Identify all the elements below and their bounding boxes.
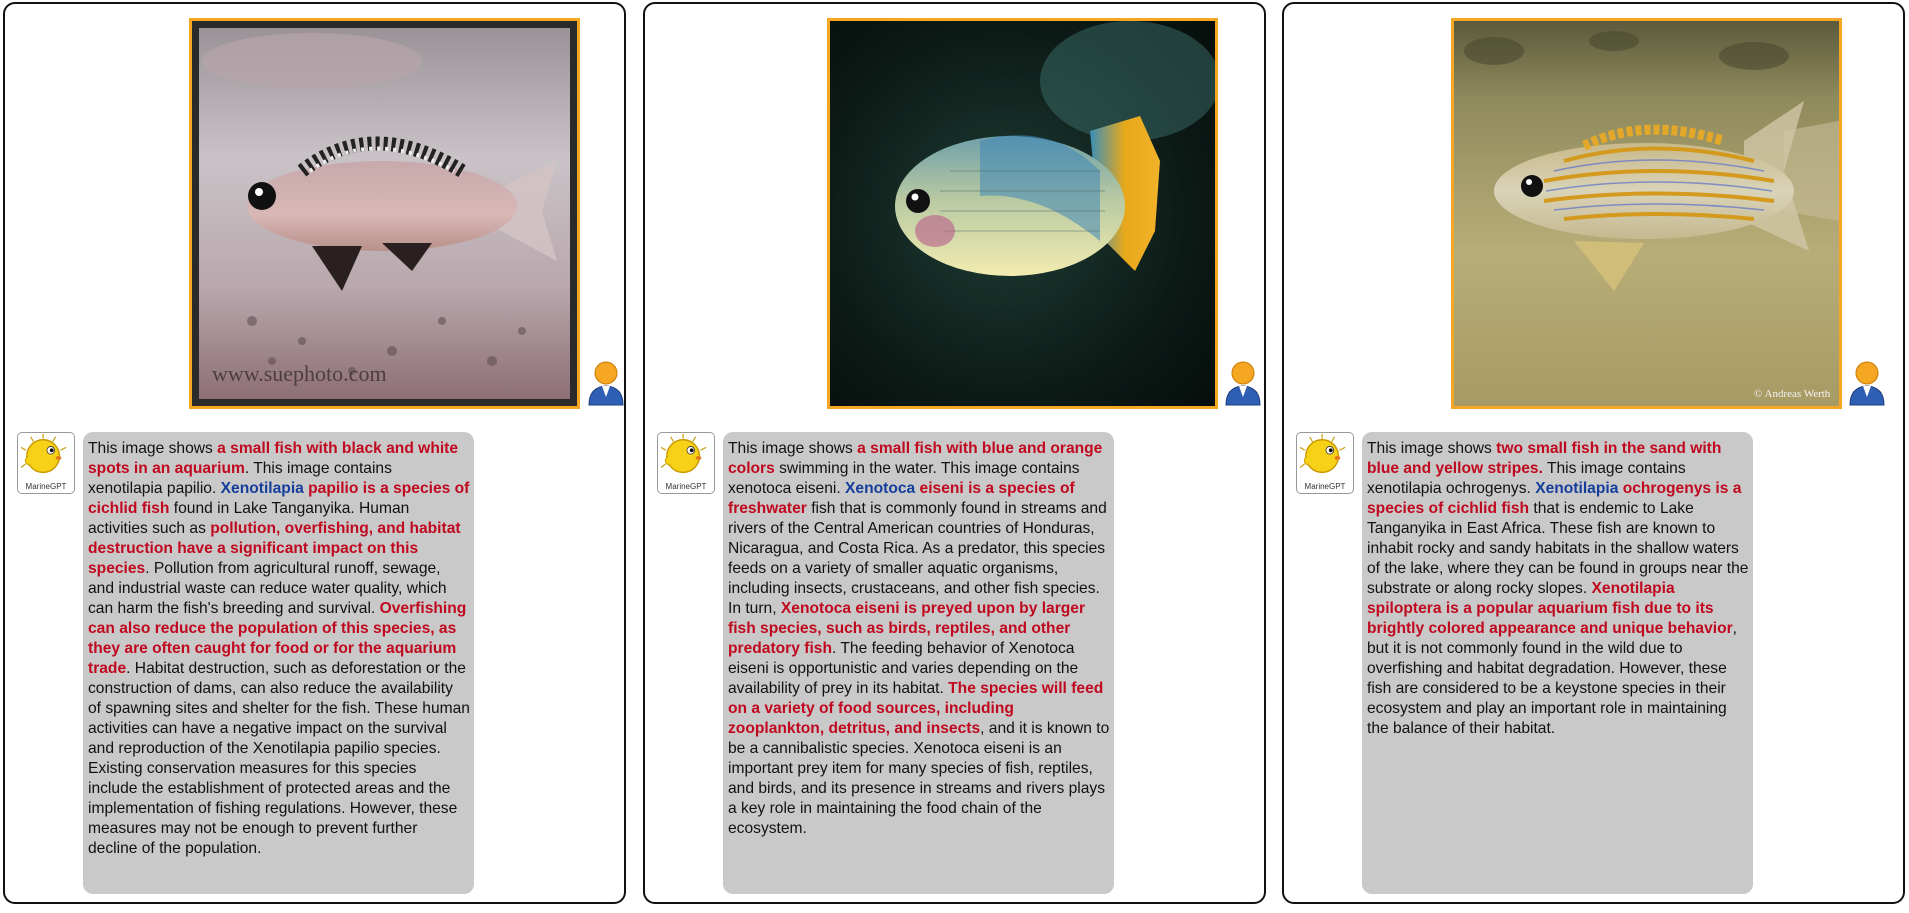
bot-name-label: MarineGPT bbox=[665, 482, 707, 491]
response-text: , but it is not commonly found in the wi… bbox=[1367, 620, 1738, 737]
pufferfish-icon bbox=[1299, 433, 1346, 474]
fish-image-papilio: www.suephoto.com bbox=[192, 21, 577, 406]
marinegpt-avatar: MarineGPT bbox=[657, 432, 715, 494]
user-avatar-icon bbox=[1849, 361, 1885, 406]
marinegpt-avatar: MarineGPT bbox=[1296, 432, 1354, 494]
fish-image-ochrogenys: © Andreas Werth bbox=[1454, 21, 1839, 406]
response-bubble-1: This image shows a small fish with black… bbox=[83, 432, 474, 894]
bot-name-label: MarineGPT bbox=[25, 482, 67, 491]
pufferfish-icon bbox=[660, 433, 707, 474]
fish-image-xenotoca bbox=[830, 21, 1215, 406]
photo-watermark-1: www.suephoto.com bbox=[212, 361, 387, 386]
chat-panel-2: MarineGPT This image shows a small fish … bbox=[643, 2, 1266, 904]
response-bubble-2: This image shows a small fish with blue … bbox=[723, 432, 1114, 894]
response-text: This image shows bbox=[88, 440, 218, 457]
response-text: This image shows bbox=[1367, 440, 1497, 457]
response-text: This image shows bbox=[728, 440, 858, 457]
chat-panel-3: © Andreas Werth MarineGPT This image sho… bbox=[1282, 2, 1905, 904]
pufferfish-icon bbox=[20, 433, 67, 474]
highlighted-text-blue: Xenotoca bbox=[845, 480, 916, 497]
marinegpt-avatar: MarineGPT bbox=[17, 432, 75, 494]
user-avatar-icon bbox=[588, 361, 624, 406]
highlighted-text-blue: Xenotilapia bbox=[1535, 480, 1619, 497]
response-bubble-3: This image shows two small fish in the s… bbox=[1362, 432, 1753, 894]
response-text: , and it is known to be a cannibalistic … bbox=[728, 720, 1110, 837]
bot-name-label: MarineGPT bbox=[1304, 482, 1346, 491]
fish-photo-1: www.suephoto.com bbox=[189, 18, 580, 409]
fish-photo-3: © Andreas Werth bbox=[1451, 18, 1842, 409]
user-avatar-icon bbox=[1225, 361, 1261, 406]
highlighted-text-blue: Xenotilapia bbox=[220, 480, 304, 497]
fish-photo-2 bbox=[827, 18, 1218, 409]
response-text: . Habitat destruction, such as deforesta… bbox=[88, 660, 470, 857]
photo-watermark-3: © Andreas Werth bbox=[1754, 388, 1831, 400]
chat-panel-1: www.suephoto.com MarineGPT This image sh… bbox=[3, 2, 626, 904]
